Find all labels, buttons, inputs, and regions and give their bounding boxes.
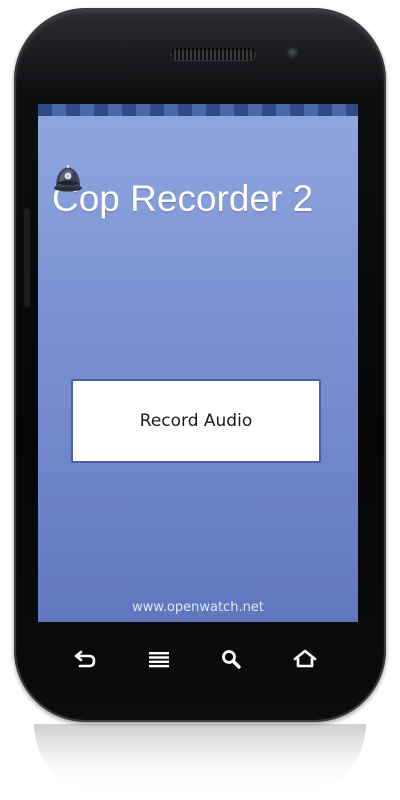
record-audio-button[interactable]: Record Audio [71, 379, 321, 463]
openwatch-link[interactable]: www.openwatch.net [38, 600, 358, 615]
app-screen: Cop Recorder 2 Record Audio www.openwatc… [38, 104, 358, 622]
police-helmet-icon [54, 165, 82, 192]
menu-button[interactable] [142, 642, 176, 676]
earpiece-speaker [170, 48, 256, 60]
volume-button [24, 208, 30, 308]
back-button[interactable] [68, 642, 102, 676]
home-button[interactable] [288, 642, 322, 676]
back-icon [74, 650, 96, 668]
phone-reflection [34, 724, 366, 794]
search-button[interactable] [214, 642, 248, 676]
light-sensor [118, 50, 125, 57]
navigation-bar [38, 634, 358, 682]
home-icon [293, 649, 317, 668]
proximity-sensor [104, 50, 111, 57]
app-title: Cop Recorder 2 [52, 178, 314, 219]
search-icon [222, 650, 241, 669]
menu-icon [149, 652, 169, 668]
status-bar [38, 104, 358, 116]
front-camera [287, 47, 300, 60]
